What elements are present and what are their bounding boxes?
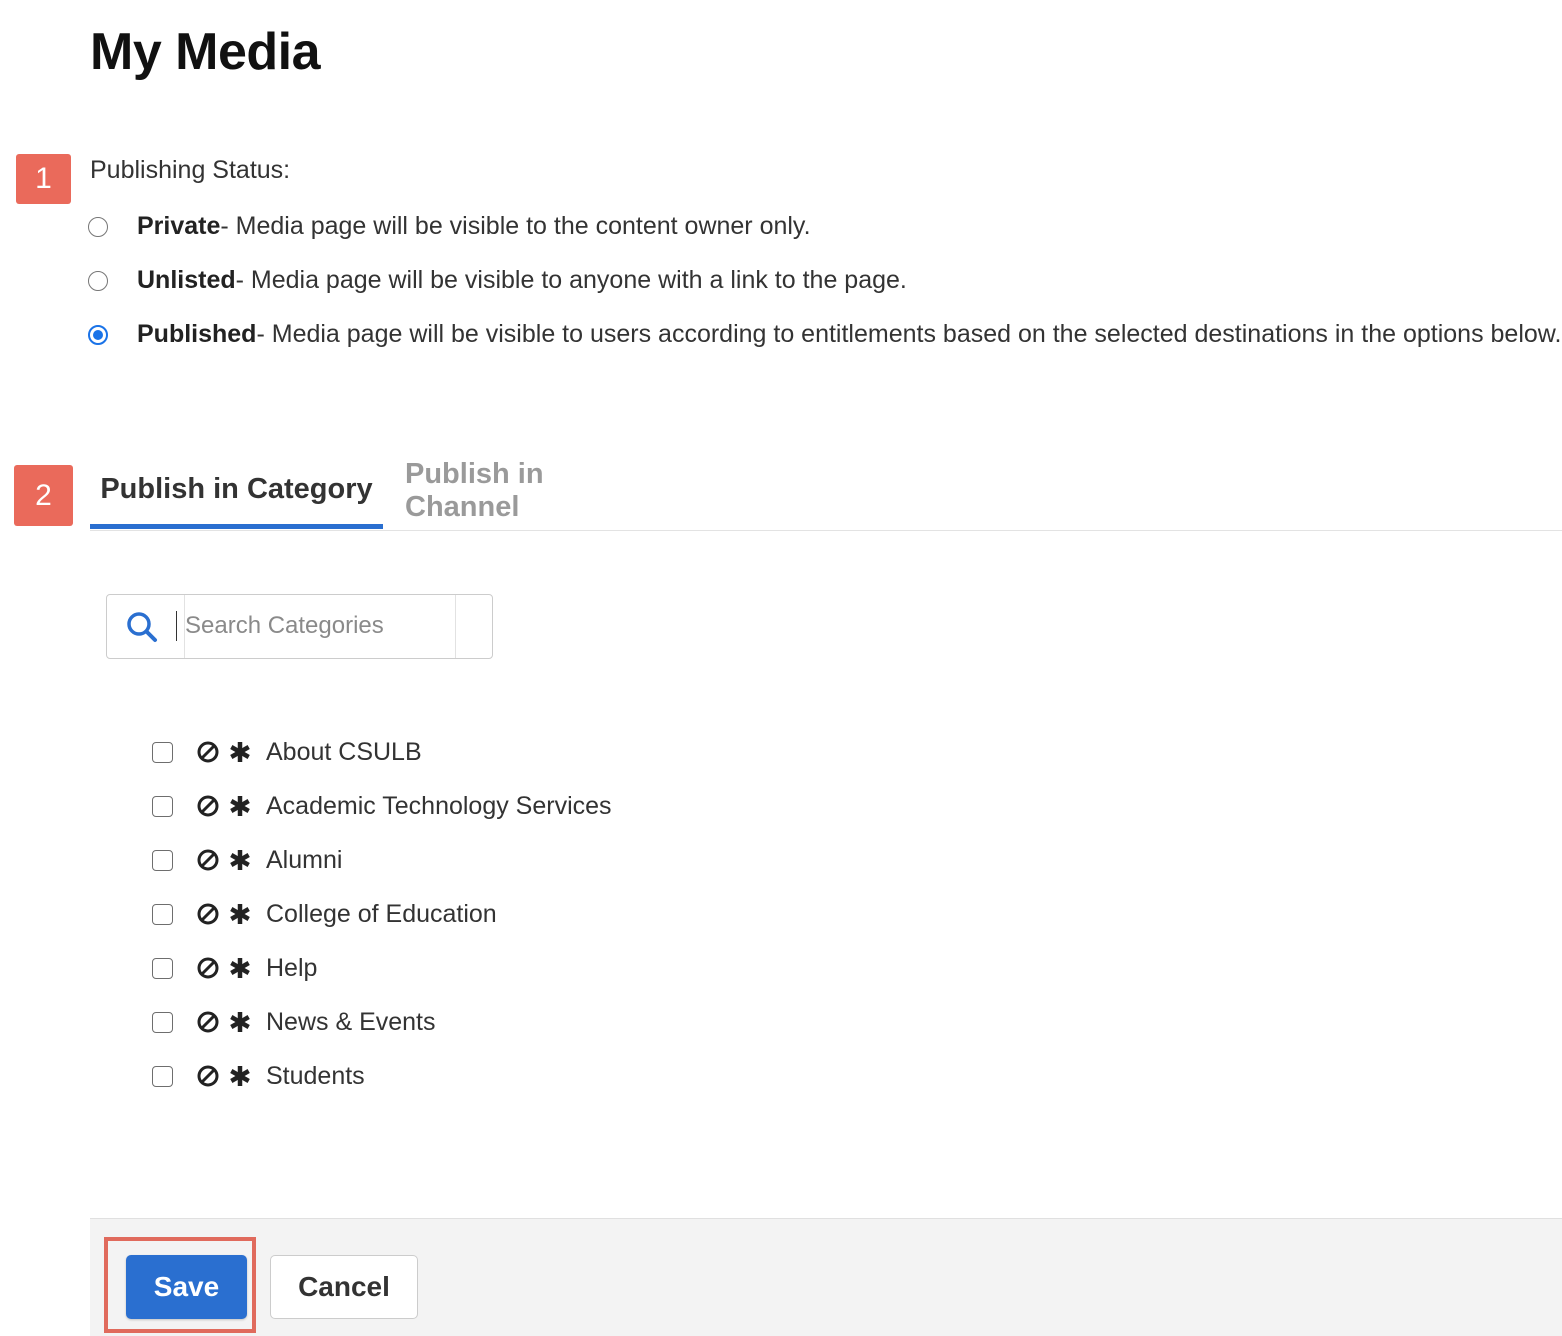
- category-label: Help: [266, 953, 318, 982]
- cancel-button[interactable]: Cancel: [270, 1255, 418, 1319]
- ban-icon: [196, 1064, 220, 1088]
- radio-published[interactable]: [88, 324, 108, 345]
- ban-icon: [196, 902, 220, 926]
- asterisk-icon: [228, 848, 252, 872]
- step-badge-2: 2: [14, 465, 73, 526]
- radio-private[interactable]: [88, 216, 108, 237]
- radio-option-private[interactable]: Private - Media page will be visible to …: [88, 212, 811, 241]
- step-badge-1: 1: [16, 154, 71, 204]
- category-item-about-csulb[interactable]: About CSULB: [152, 725, 852, 779]
- category-checkbox[interactable]: [152, 795, 173, 817]
- radio-published-description: - Media page will be visible to users ac…: [256, 320, 1562, 348]
- search-categories-box: [106, 594, 493, 659]
- category-item-college-of-education[interactable]: College of Education: [152, 887, 852, 941]
- asterisk-icon: [228, 1064, 252, 1088]
- text-caret: [176, 611, 177, 641]
- search-input[interactable]: [185, 596, 453, 655]
- radio-private-name: Private: [137, 212, 221, 240]
- asterisk-icon: [228, 956, 252, 980]
- asterisk-icon: [228, 740, 252, 764]
- ban-icon: [196, 848, 220, 872]
- category-label: Academic Technology Services: [266, 791, 612, 820]
- category-label: About CSULB: [266, 737, 422, 766]
- category-item-students[interactable]: Students: [152, 1049, 852, 1103]
- asterisk-icon: [228, 1010, 252, 1034]
- tab-publish-in-channel[interactable]: Publish in Channel: [405, 455, 641, 527]
- search-divider-right: [455, 595, 456, 658]
- category-checkbox[interactable]: [152, 957, 173, 979]
- ban-icon: [196, 956, 220, 980]
- radio-option-unlisted[interactable]: Unlisted - Media page will be visible to…: [88, 266, 907, 295]
- save-button[interactable]: Save: [126, 1255, 247, 1319]
- ban-icon: [196, 740, 220, 764]
- publishing-status-label: Publishing Status:: [90, 156, 291, 184]
- category-checkbox[interactable]: [152, 1065, 173, 1087]
- radio-option-published[interactable]: Published - Media page will be visible t…: [88, 320, 1561, 349]
- asterisk-icon: [228, 794, 252, 818]
- category-label: Alumni: [266, 845, 343, 874]
- radio-unlisted[interactable]: [88, 270, 108, 291]
- category-checkbox[interactable]: [152, 741, 173, 763]
- publish-tabs: Publish in Category Publish in Channel: [90, 455, 1562, 531]
- category-checkbox[interactable]: [152, 903, 173, 925]
- asterisk-icon: [228, 902, 252, 926]
- radio-unlisted-name: Unlisted: [137, 266, 236, 294]
- radio-published-name: Published: [137, 320, 257, 348]
- category-label: News & Events: [266, 1007, 436, 1036]
- category-checkbox[interactable]: [152, 1011, 173, 1033]
- ban-icon: [196, 794, 220, 818]
- tab-publish-in-category[interactable]: Publish in Category: [90, 455, 383, 529]
- category-item-news-events[interactable]: News & Events: [152, 995, 852, 1049]
- category-label: College of Education: [266, 899, 497, 928]
- page-title: My Media: [90, 23, 321, 81]
- ban-icon: [196, 1010, 220, 1034]
- category-item-alumni[interactable]: Alumni: [152, 833, 852, 887]
- form-actions-footer: Save Cancel: [90, 1218, 1562, 1336]
- radio-private-description: - Media page will be visible to the cont…: [220, 212, 811, 240]
- radio-unlisted-description: - Media page will be visible to anyone w…: [235, 266, 907, 294]
- category-item-help[interactable]: Help: [152, 941, 852, 995]
- category-label: Students: [266, 1061, 365, 1090]
- search-icon[interactable]: [125, 610, 159, 644]
- page: My Media 1 Publishing Status: Private - …: [0, 0, 1562, 1336]
- category-checkbox[interactable]: [152, 849, 173, 871]
- category-item-academic-technology-services[interactable]: Academic Technology Services: [152, 779, 852, 833]
